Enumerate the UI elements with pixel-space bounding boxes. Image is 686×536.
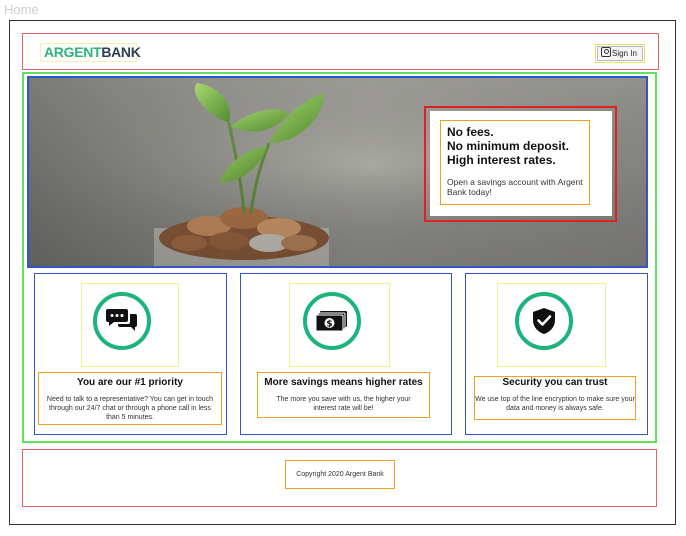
hero-callout-content: No fees. No minimum deposit. High intere…: [440, 120, 590, 205]
feature-icon-frame: [497, 283, 606, 367]
security-icon: [533, 308, 555, 334]
feature-text-box: You are our #1 priority Need to talk to …: [38, 372, 222, 425]
feature-title: More savings means higher rates: [264, 377, 423, 388]
feature-title: You are our #1 priority: [77, 377, 183, 388]
copyright-text: Copyright 2020 Argent Bank: [285, 460, 395, 489]
feature-circle: [515, 292, 573, 350]
feature-circle: $: [303, 292, 361, 350]
svg-text:$: $: [326, 320, 332, 330]
feature-body: We use top of the line encryption to mak…: [475, 396, 635, 412]
logo-argent: ARGENT: [44, 44, 102, 60]
feature-body: The more you save with us, the higher yo…: [276, 396, 411, 412]
hero-headline-1: No fees.: [447, 125, 494, 139]
feature-title: Security you can trust: [502, 377, 608, 388]
user-icon: [601, 47, 611, 57]
hero-subtext: Open a savings account with Argent Bank …: [447, 177, 583, 197]
logo[interactable]: ARGENTBANK: [40, 43, 141, 62]
feature-text-box: Security you can trust We use top of the…: [474, 376, 636, 420]
feature-icon-frame: $: [289, 283, 390, 367]
sign-in-label: Sign In: [612, 49, 637, 58]
sign-in-button[interactable]: Sign In: [597, 46, 643, 61]
logo-bank: BANK: [101, 44, 141, 60]
page-label: Home: [4, 2, 39, 17]
money-icon: $: [315, 311, 347, 332]
hero-headline-3: High interest rates.: [447, 153, 556, 167]
feature-icon-frame: [81, 283, 179, 367]
chat-icon: [106, 309, 137, 331]
feature-circle: [93, 292, 151, 350]
feature-text-box: More savings means higher rates The more…: [257, 372, 430, 418]
hero-headline-2: No minimum deposit.: [447, 139, 570, 153]
feature-body: Need to talk to a representative? You ca…: [46, 396, 214, 421]
